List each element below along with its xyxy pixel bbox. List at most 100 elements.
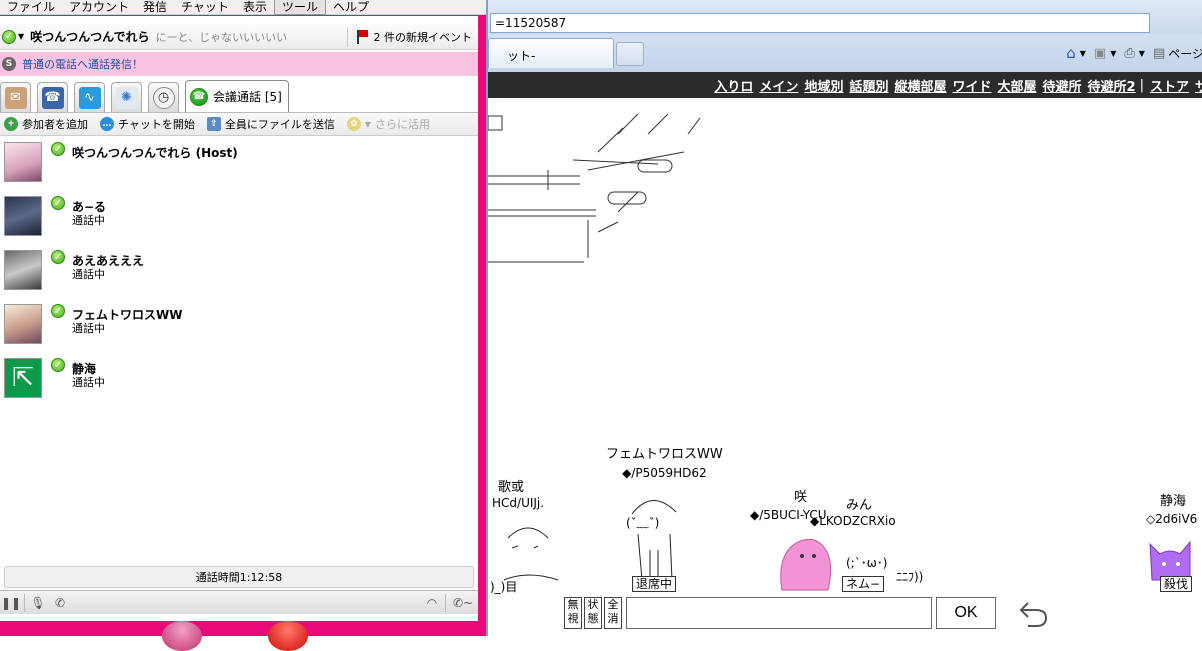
headset-icon[interactable]: ◠: [421, 593, 443, 613]
participant-row[interactable]: ✓ あ−る 通話中: [0, 191, 478, 245]
call-controls: ❚❚ 🎙 ✆ ◠ ✆~: [0, 590, 478, 614]
character-name: フェムトワロスWW: [606, 447, 723, 462]
online-status-icon: ✓: [51, 358, 65, 372]
menu-tools[interactable]: ツール: [273, 0, 326, 15]
send-file-button[interactable]: ⇪ 全員にファイルを送信: [206, 116, 335, 132]
tab-conference[interactable]: ☎ 会議通話 [5]: [185, 80, 289, 112]
menu-chat[interactable]: チャット: [174, 0, 236, 14]
chevron-down-icon: ▼: [364, 119, 372, 129]
nav-link[interactable]: サ: [1195, 76, 1202, 95]
skype-content: ✓ ▼ 咲つんつんつんでれら にーと、じゃないいいいい 2 件の新規イベント S…: [0, 16, 478, 621]
chat-character[interactable]: 咲: [794, 486, 807, 505]
pause-icon[interactable]: ❚❚: [0, 593, 22, 613]
nav-link[interactable]: 入りロ: [714, 76, 753, 95]
nav-link[interactable]: 大部屋: [998, 76, 1037, 95]
hang-up-options-icon[interactable]: ✆~: [448, 593, 478, 613]
nav-link[interactable]: 話題別: [849, 76, 888, 95]
status-label: 殺伐: [1160, 576, 1193, 592]
start-chat-button[interactable]: … チャットを開始: [100, 116, 195, 132]
print-button[interactable]: ⎙ ▼: [1124, 46, 1145, 61]
participant-status: 通話中: [72, 268, 105, 281]
chat-message-input[interactable]: [626, 597, 932, 629]
nav-link[interactable]: 縦横部屋: [894, 76, 946, 95]
call-transfer-icon[interactable]: ✆: [49, 593, 71, 613]
participant-name: 咲つんつんつんでれら (Host): [72, 146, 238, 160]
character-name: みん: [846, 498, 873, 513]
more-button[interactable]: ✿ ▼ さらに活用: [346, 116, 430, 132]
participant-row[interactable]: ✓ フェムトワロスWW 通話中: [0, 299, 478, 353]
character-art: [631, 500, 677, 581]
menu-view[interactable]: 表示: [236, 0, 274, 14]
participant-row[interactable]: ⇱ ✓ 静海 通話中: [0, 353, 478, 407]
tab-contacts[interactable]: ✉: [0, 82, 31, 112]
feeds-button[interactable]: ▣ ▼: [1094, 46, 1116, 61]
participant-status: 通話中: [72, 376, 105, 389]
online-status-icon[interactable]: ✓: [2, 29, 16, 44]
call-button[interactable]: [162, 621, 202, 651]
chat-room: 歌或 HCd/UIJj. )_)目 フェムトワロスWW ◆/P5059HD62 …: [488, 98, 1202, 636]
status-row[interactable]: ✓ ▼ 咲つんつんつんでれら にーと、じゃないいいいい 2 件の新規イベント: [0, 24, 478, 50]
home-button[interactable]: ⌂ ▼: [1066, 44, 1086, 62]
call-duration: 通話時間1:12:58: [4, 566, 474, 588]
activity-icon: ∿: [78, 86, 101, 109]
participant-row[interactable]: ✓ 咲つんつんつんでれら (Host): [0, 137, 478, 191]
tab-directory[interactable]: ✺: [111, 82, 142, 112]
exit-sign-icon: ⇱: [4, 358, 42, 398]
nav-link[interactable]: 地域別: [804, 76, 843, 95]
nav-separator: |: [1139, 77, 1144, 93]
chat-character[interactable]: フェムトワロスWW ◆/P5059HD62: [606, 443, 723, 480]
nav-link[interactable]: ワイド: [952, 76, 991, 95]
chat-input-row: 無視 状態 全消 OK: [564, 596, 1050, 630]
participant-row[interactable]: ✓ あえあえええ 通話中: [0, 245, 478, 299]
tab-phone[interactable]: ☎: [37, 82, 68, 112]
add-icon: +: [4, 117, 18, 131]
chat-character[interactable]: みん: [846, 494, 872, 513]
clock-icon: ◷: [152, 86, 175, 109]
chevron-down-icon[interactable]: ▼: [18, 32, 24, 41]
ok-button[interactable]: OK: [936, 597, 996, 629]
end-call-button[interactable]: [268, 621, 308, 651]
url-field[interactable]: =11520587: [490, 13, 1150, 33]
skype-icon: S: [2, 57, 16, 71]
clear-button[interactable]: 全消: [604, 597, 622, 629]
ignore-button[interactable]: 無視: [564, 597, 582, 629]
page-menu-button[interactable]: ▤ ページ: [1153, 45, 1202, 62]
nav-link[interactable]: 待避所: [1043, 76, 1082, 95]
nav-link[interactable]: 待避所2: [1088, 76, 1136, 95]
online-status-icon: ✓: [51, 304, 65, 318]
character-name: 静海: [1160, 494, 1187, 509]
more-icon: ✿: [346, 117, 361, 131]
character-trip: ◆LKODZCRXio: [810, 514, 896, 528]
browser-tab[interactable]: ット-: [488, 38, 614, 68]
address-bar: =11520587: [488, 0, 1202, 34]
chat-character[interactable]: 歌或: [498, 476, 524, 495]
character-art-text: )_)目: [490, 580, 518, 594]
character-art-text: ﾆﾆﾌ)): [896, 570, 924, 584]
mood-message[interactable]: にーと、じゃないいいいい: [156, 29, 288, 45]
nav-link[interactable]: ストア: [1150, 76, 1189, 95]
menu-account[interactable]: アカウント: [62, 0, 136, 14]
new-tab-button[interactable]: [616, 42, 644, 66]
microphone-icon[interactable]: 🎙: [27, 593, 49, 613]
tab-history[interactable]: ◷: [148, 82, 179, 112]
undo-icon[interactable]: [1018, 597, 1050, 629]
tab-activity[interactable]: ∿: [74, 82, 105, 112]
online-status-icon: ✓: [51, 250, 65, 264]
nav-link[interactable]: メイン: [759, 76, 798, 95]
phone-call-banner[interactable]: S 普通の電話へ通話発信！: [0, 52, 478, 76]
status-button[interactable]: 状態: [584, 597, 602, 629]
character-name: 歌或: [498, 480, 525, 495]
sun-icon: ✺: [115, 86, 138, 109]
chat-character[interactable]: 静海: [1160, 490, 1186, 509]
menu-help[interactable]: ヘルプ: [326, 0, 376, 14]
avatar: [4, 304, 42, 344]
menu-file[interactable]: ファイル: [0, 0, 62, 14]
status-label: 退席中: [632, 576, 677, 592]
menu-call[interactable]: 発信: [136, 0, 174, 14]
user-name: 咲つんつんつんでれら: [30, 30, 150, 44]
events-button[interactable]: 2 件の新規イベント: [346, 27, 472, 47]
add-participant-button[interactable]: + 参加者を追加: [4, 116, 88, 132]
menubar: ファイル アカウント 発信 チャット 表示 ツール ヘルプ: [0, 0, 486, 15]
skype-window: ファイル アカウント 発信 チャット 表示 ツール ヘルプ ✓ ▼ 咲つんつんつ…: [0, 0, 486, 651]
character-trip: HCd/UIJj.: [492, 496, 545, 510]
